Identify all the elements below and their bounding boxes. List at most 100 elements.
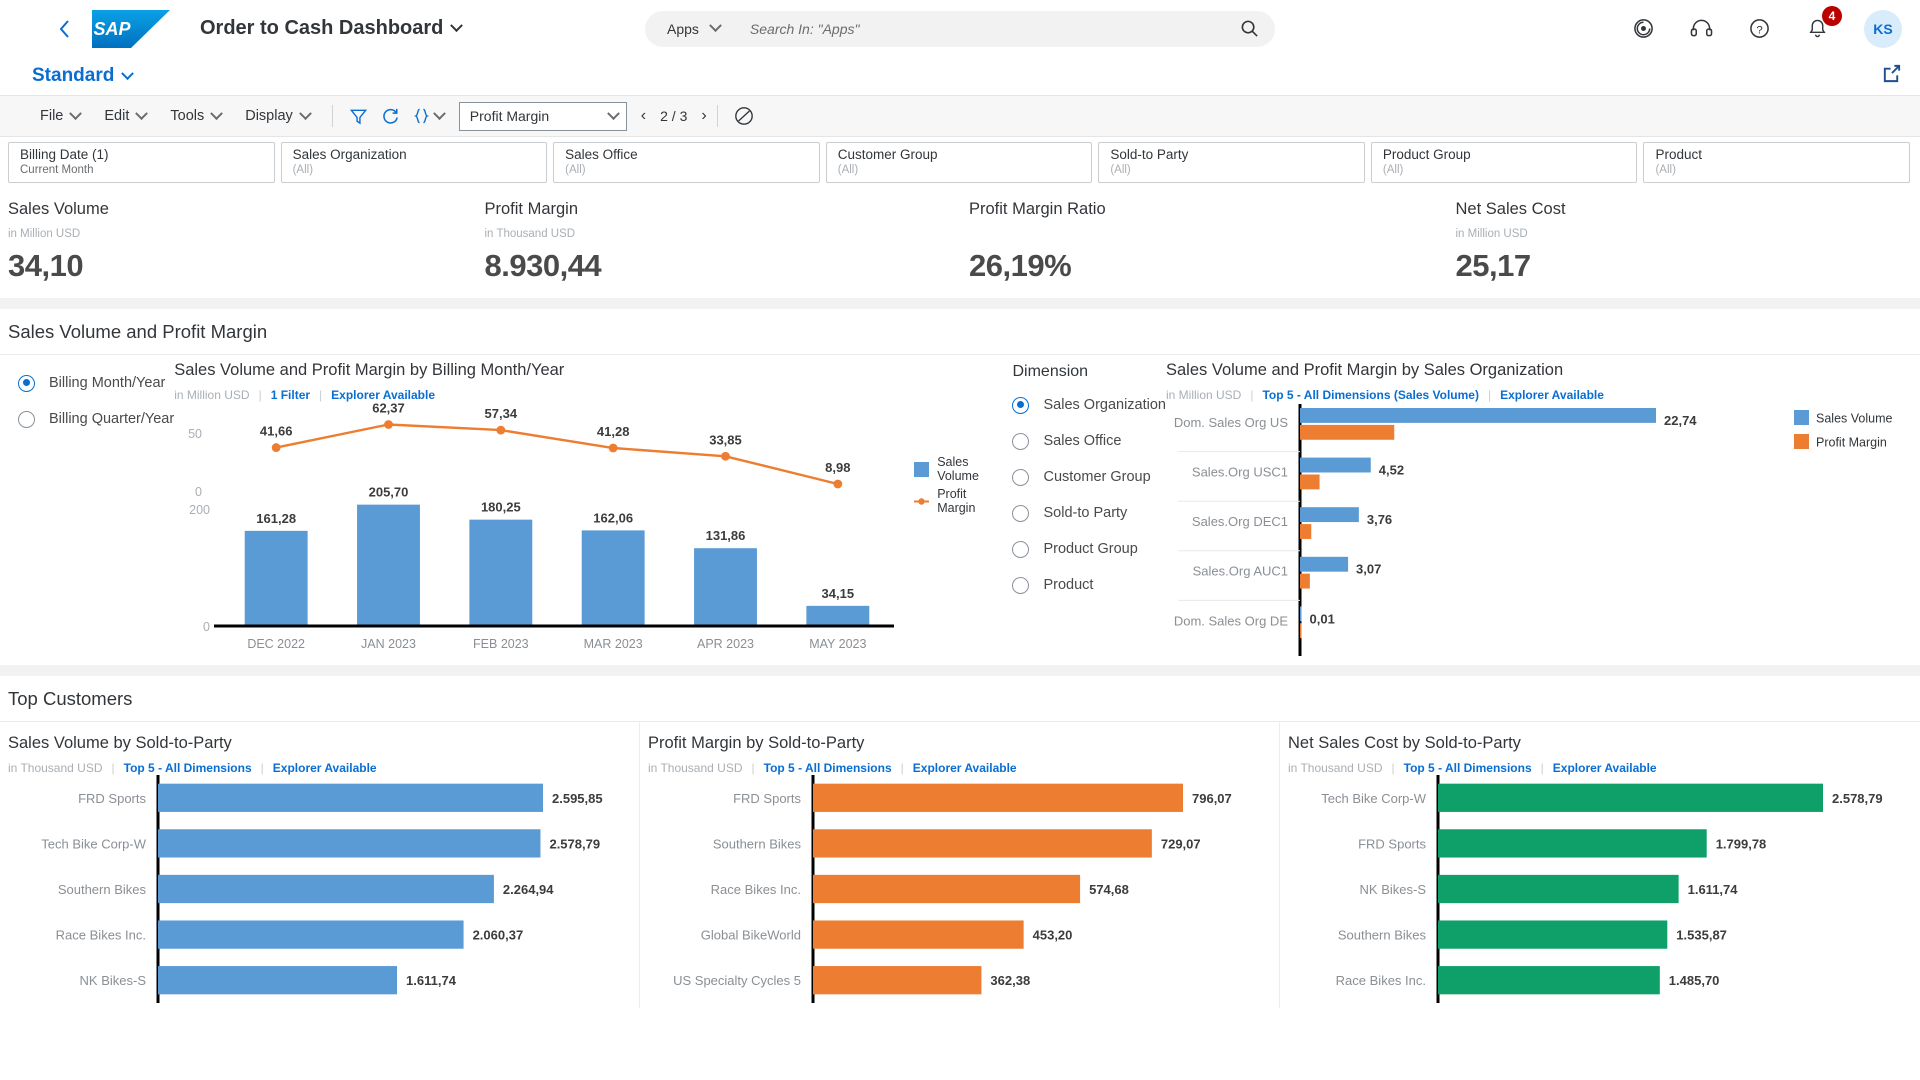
no-entry-button[interactable]: [728, 101, 760, 131]
app-title[interactable]: Order to Cash Dashboard: [200, 17, 464, 40]
radio-button-icon[interactable]: [1012, 504, 1030, 522]
bar-profit-margin[interactable]: [1300, 524, 1312, 539]
target-button[interactable]: [1628, 14, 1658, 44]
bar[interactable]: [1438, 874, 1679, 904]
back-button[interactable]: [50, 15, 78, 43]
avatar[interactable]: KS: [1864, 9, 1902, 48]
profit-margin-line[interactable]: [276, 423, 839, 486]
filter-chip-2[interactable]: Sales Office (All): [553, 142, 820, 183]
salesorg-explorer-link[interactable]: Explorer Available: [1500, 388, 1604, 402]
variant-selector[interactable]: Standard: [32, 65, 135, 87]
combo-chart-explorer-link[interactable]: Explorer Available: [331, 388, 435, 402]
radio-button-icon[interactable]: [18, 410, 35, 428]
filter-chip-4[interactable]: Sold-to Party (All): [1098, 142, 1365, 183]
measure-selector[interactable]: Profit Margin: [458, 101, 627, 131]
bar-sales-volume[interactable]: [1300, 507, 1359, 523]
bar-sales-volume[interactable]: [1300, 408, 1656, 423]
bar[interactable]: [158, 829, 541, 858]
radio-button-icon[interactable]: [1012, 576, 1030, 594]
combo-chart-filter-link[interactable]: 1 Filter: [271, 388, 310, 402]
bar-sales-volume[interactable]: [469, 519, 533, 626]
dimension-option-2[interactable]: Customer Group: [994, 459, 1166, 495]
bar[interactable]: [1438, 966, 1660, 995]
salesorg-top5-link[interactable]: Top 5 - All Dimensions (Sales Volume): [1262, 388, 1478, 402]
menu-tools[interactable]: Tools: [158, 101, 233, 131]
line-point[interactable]: [384, 420, 394, 429]
line-point[interactable]: [833, 479, 843, 489]
search-button[interactable]: [1235, 15, 1263, 43]
bar-sales-volume[interactable]: [1300, 556, 1349, 572]
sap-logo[interactable]: SAP: [92, 9, 170, 48]
line-point[interactable]: [496, 425, 506, 435]
pm-stp-plot[interactable]: 796,07 FRD Sports 729,07 Southern Bikes 574,…: [648, 775, 1278, 1003]
filter-chip-6[interactable]: Product (All): [1643, 142, 1911, 183]
sv-stp-explorer-link[interactable]: Explorer Available: [273, 761, 377, 775]
search-input[interactable]: [749, 20, 1235, 37]
nsc-stp-plot[interactable]: 2.578,79 Tech Bike Corp-W 1.799,78 FRD Spor…: [1288, 775, 1918, 1003]
bar-sales-volume[interactable]: [806, 605, 870, 626]
line-point[interactable]: [271, 443, 281, 452]
bar-sales-volume[interactable]: [1300, 457, 1371, 473]
bar-sales-volume[interactable]: [244, 530, 308, 626]
bar[interactable]: [158, 783, 543, 812]
bar[interactable]: [813, 829, 1152, 858]
bar-profit-margin[interactable]: [1300, 474, 1320, 490]
bar-sales-volume[interactable]: [581, 530, 645, 626]
help-button[interactable]: ?: [1744, 14, 1774, 44]
bar-sales-volume[interactable]: [694, 548, 758, 626]
menu-edit[interactable]: Edit: [92, 101, 158, 131]
pm-stp-explorer-link[interactable]: Explorer Available: [913, 761, 1017, 775]
line-point[interactable]: [721, 451, 731, 461]
radio-button-icon[interactable]: [1012, 468, 1030, 486]
bar[interactable]: [158, 874, 494, 904]
bar-profit-margin[interactable]: [1300, 424, 1395, 440]
line-point[interactable]: [608, 443, 618, 453]
bar[interactable]: [813, 874, 1081, 904]
filter-chip-3[interactable]: Customer Group (All): [825, 142, 1093, 183]
dimension-option-5[interactable]: Product: [994, 567, 1166, 603]
bar[interactable]: [158, 966, 398, 995]
bar-sales-volume[interactable]: [1300, 606, 1302, 622]
bar-profit-margin[interactable]: [1300, 623, 1302, 639]
code-button[interactable]: [407, 101, 451, 131]
dimension-option-3[interactable]: Sold-to Party: [994, 495, 1166, 531]
nsc-stp-explorer-link[interactable]: Explorer Available: [1553, 761, 1657, 775]
bar[interactable]: [813, 920, 1024, 949]
sv-stp-top5-link[interactable]: Top 5 - All Dimensions: [124, 761, 252, 775]
legend-item-0[interactable]: Sales Volume: [914, 455, 994, 483]
bar[interactable]: [813, 783, 1183, 812]
bar-profit-margin[interactable]: [1300, 573, 1310, 589]
next-page-button[interactable]: ›: [701, 107, 706, 125]
radio-button-icon[interactable]: [1012, 432, 1030, 450]
bar[interactable]: [158, 920, 464, 949]
filter-chip-0[interactable]: Billing Date (1) Current Month: [8, 142, 275, 183]
bar[interactable]: [813, 966, 982, 995]
sv-stp-plot[interactable]: 2.595,85 FRD Sports 2.578,79 Tech Bike Corp…: [8, 775, 638, 1003]
pm-stp-top5-link[interactable]: Top 5 - All Dimensions: [764, 761, 892, 775]
bar[interactable]: [1438, 829, 1707, 858]
radio-button-icon[interactable]: [18, 374, 35, 392]
notifications-button[interactable]: 4: [1802, 5, 1842, 44]
granularity-option-0[interactable]: Billing Month/Year: [0, 365, 174, 401]
refresh-button[interactable]: [375, 101, 407, 131]
nsc-stp-top5-link[interactable]: Top 5 - All Dimensions: [1404, 761, 1532, 775]
filter-chip-5[interactable]: Product Group (All): [1370, 142, 1638, 183]
filter-chip-1[interactable]: Sales Organization (All): [280, 142, 548, 183]
bar[interactable]: [1438, 783, 1823, 812]
radio-button-icon[interactable]: [1012, 540, 1030, 558]
share-button[interactable]: [1881, 63, 1902, 89]
radio-button-icon[interactable]: [1012, 396, 1030, 414]
menu-display[interactable]: Display: [233, 101, 322, 131]
bar-sales-volume[interactable]: [357, 504, 421, 626]
prev-page-button[interactable]: ‹: [641, 107, 646, 125]
salesorg-chart-plot[interactable]: 22,74 Dom. Sales Org US 4,52 Sales.Org USC1…: [1166, 402, 1906, 660]
bar[interactable]: [1438, 920, 1668, 949]
filter-button[interactable]: [343, 101, 375, 131]
legend-item-1[interactable]: Profit Margin: [914, 487, 994, 515]
dimension-option-4[interactable]: Product Group: [994, 531, 1166, 567]
menu-file[interactable]: File: [28, 101, 92, 131]
dimension-option-1[interactable]: Sales Office: [994, 423, 1166, 459]
support-button[interactable]: [1686, 14, 1716, 44]
dimension-option-0[interactable]: Sales Organization: [994, 387, 1166, 423]
combo-chart-plot[interactable]: 200 0 50 0 161,28 DEC 2022 205,70 JAN 2023 180,2…: [174, 401, 914, 660]
